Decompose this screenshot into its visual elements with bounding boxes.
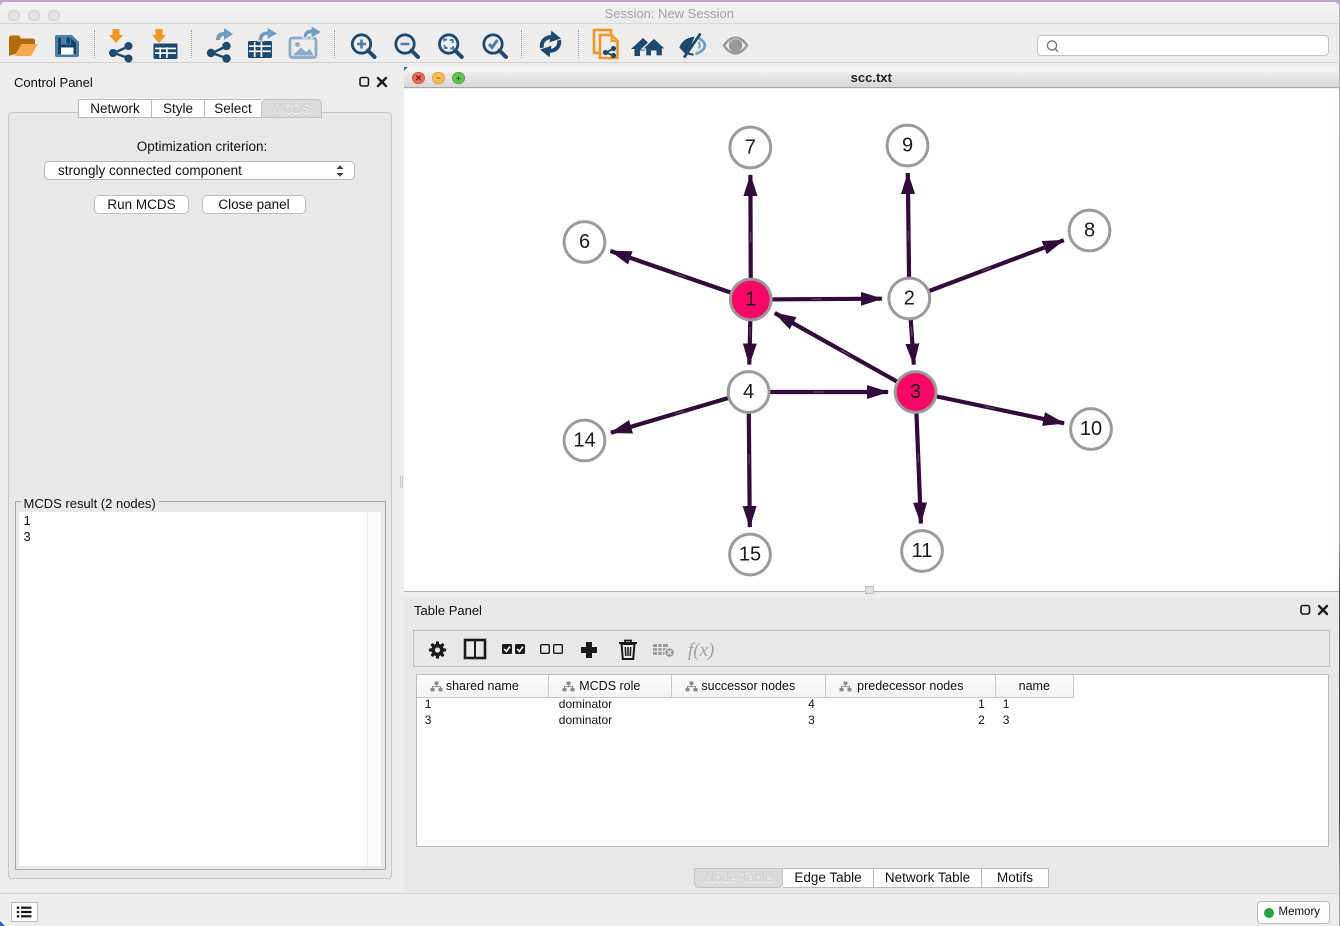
svg-text:4: 4 [743, 381, 754, 403]
svg-text:11: 11 [912, 540, 933, 562]
svg-text:2: 2 [904, 288, 915, 310]
svg-text:14: 14 [573, 430, 595, 452]
svg-text:6: 6 [579, 231, 590, 253]
svg-text:8: 8 [1084, 220, 1095, 242]
svg-text:15: 15 [739, 544, 761, 566]
svg-text:7: 7 [745, 137, 756, 159]
svg-text:3: 3 [910, 381, 921, 403]
svg-text:1: 1 [745, 289, 756, 311]
svg-text:9: 9 [902, 135, 913, 157]
svg-text:10: 10 [1080, 418, 1102, 440]
svg-text:f(x): f(x) [688, 640, 714, 661]
